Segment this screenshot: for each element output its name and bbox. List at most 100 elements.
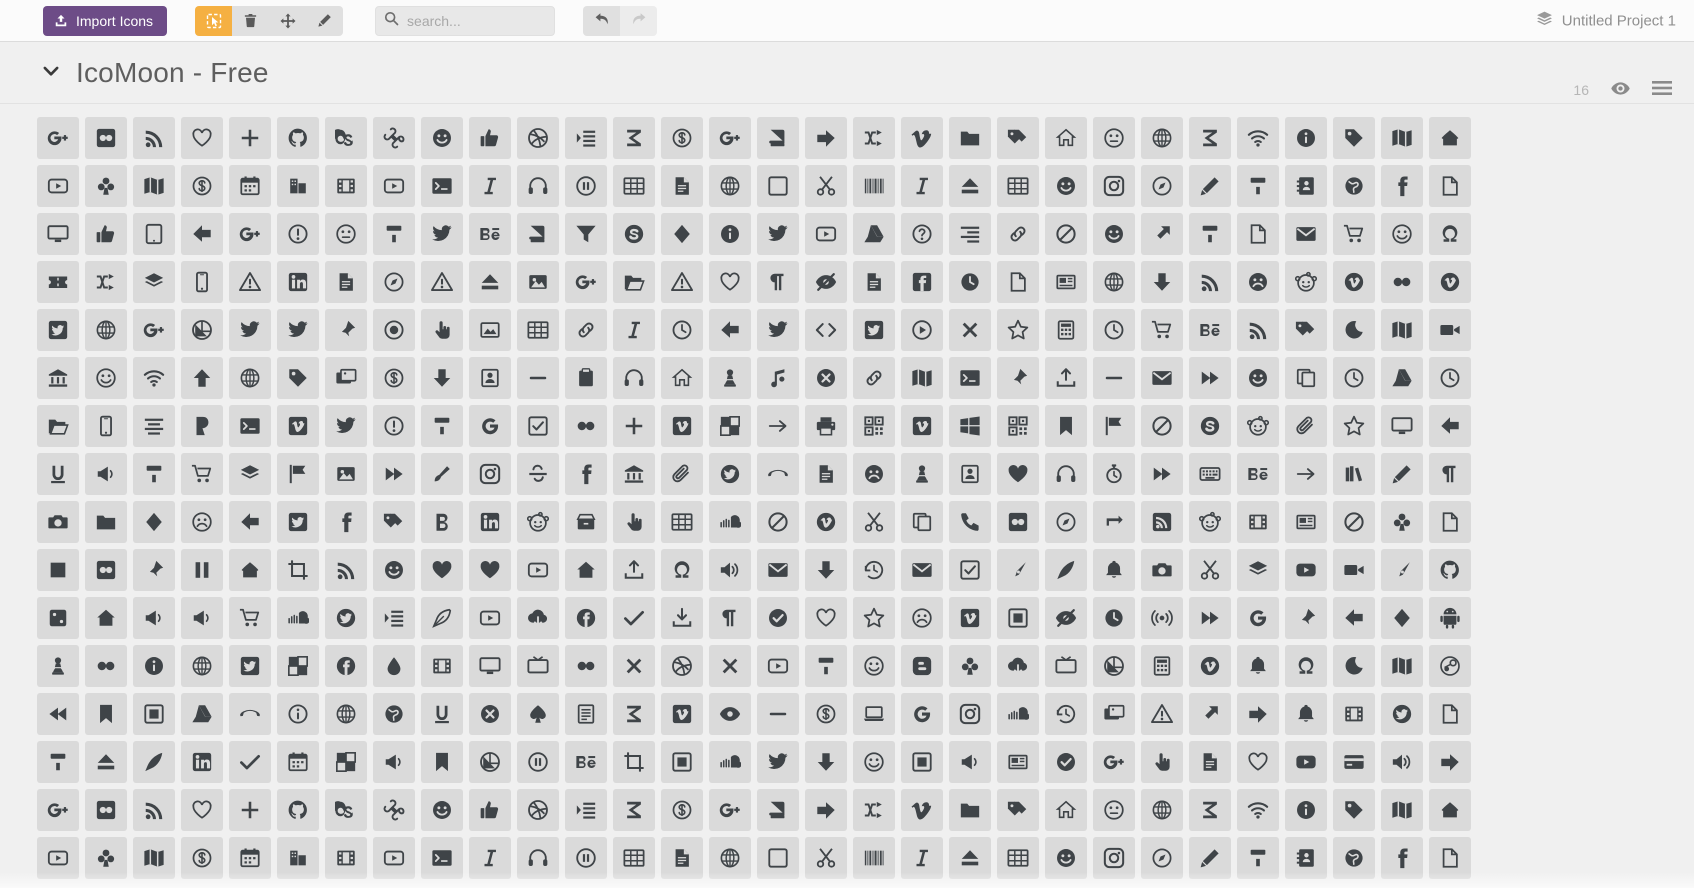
icon-cell[interactable]: [805, 357, 847, 399]
icon-cell[interactable]: [1189, 117, 1231, 159]
icon-cell[interactable]: [85, 357, 127, 399]
icon-cell[interactable]: [1381, 789, 1423, 831]
icon-cell[interactable]: [853, 117, 895, 159]
icon-cell[interactable]: [565, 405, 607, 447]
icon-cell[interactable]: [853, 309, 895, 351]
icon-cell[interactable]: [1045, 837, 1087, 879]
icon-cell[interactable]: [613, 741, 655, 783]
icon-cell[interactable]: [1141, 213, 1183, 255]
icon-cell[interactable]: [1429, 789, 1471, 831]
icon-cell[interactable]: [1045, 789, 1087, 831]
icon-cell[interactable]: [85, 549, 127, 591]
icon-cell[interactable]: [469, 405, 511, 447]
icon-cell[interactable]: [469, 645, 511, 687]
icon-cell[interactable]: [1429, 645, 1471, 687]
icon-cell[interactable]: [469, 693, 511, 735]
icon-cell[interactable]: [85, 741, 127, 783]
icon-cell[interactable]: [373, 645, 415, 687]
icon-cell[interactable]: [1189, 405, 1231, 447]
icon-cell[interactable]: [853, 549, 895, 591]
icon-cell[interactable]: [757, 165, 799, 207]
icon-cell[interactable]: [85, 453, 127, 495]
icon-cell[interactable]: [901, 405, 943, 447]
icon-cell[interactable]: [997, 645, 1039, 687]
icon-cell[interactable]: [661, 309, 703, 351]
icon-cell[interactable]: [1141, 837, 1183, 879]
icon-cell[interactable]: [709, 213, 751, 255]
icon-cell[interactable]: [325, 693, 367, 735]
icon-cell[interactable]: [181, 261, 223, 303]
icon-cell[interactable]: [901, 645, 943, 687]
icon-cell[interactable]: [421, 789, 463, 831]
icon-cell[interactable]: [1093, 261, 1135, 303]
icon-cell[interactable]: [613, 597, 655, 639]
icon-cell[interactable]: [325, 405, 367, 447]
icon-cell[interactable]: [661, 213, 703, 255]
icon-cell[interactable]: [997, 357, 1039, 399]
icon-cell[interactable]: [517, 453, 559, 495]
icon-cell[interactable]: [565, 645, 607, 687]
icon-cell[interactable]: [1045, 453, 1087, 495]
icon-cell[interactable]: [229, 261, 271, 303]
icon-cell[interactable]: [565, 741, 607, 783]
icon-cell[interactable]: [805, 549, 847, 591]
icon-cell[interactable]: [1381, 165, 1423, 207]
icon-cell[interactable]: [1141, 261, 1183, 303]
icon-cell[interactable]: [1189, 261, 1231, 303]
icon-cell[interactable]: [805, 405, 847, 447]
icon-cell[interactable]: [613, 117, 655, 159]
icon-cell[interactable]: [133, 357, 175, 399]
icon-cell[interactable]: [37, 741, 79, 783]
icon-cell[interactable]: [277, 117, 319, 159]
icon-cell[interactable]: [37, 501, 79, 543]
icon-cell[interactable]: [565, 597, 607, 639]
icon-cell[interactable]: [229, 597, 271, 639]
undo-button[interactable]: [583, 5, 621, 36]
icon-cell[interactable]: [229, 405, 271, 447]
icon-cell[interactable]: [1141, 645, 1183, 687]
icon-cell[interactable]: [757, 213, 799, 255]
icon-cell[interactable]: [1237, 165, 1279, 207]
icon-cell[interactable]: [1237, 837, 1279, 879]
icon-cell[interactable]: [997, 741, 1039, 783]
icon-cell[interactable]: [1381, 597, 1423, 639]
icon-cell[interactable]: [517, 597, 559, 639]
icon-cell[interactable]: [949, 501, 991, 543]
icon-cell[interactable]: [901, 741, 943, 783]
icon-cell[interactable]: [613, 645, 655, 687]
icon-cell[interactable]: [469, 453, 511, 495]
icon-cell[interactable]: [1189, 789, 1231, 831]
icon-cell[interactable]: [757, 837, 799, 879]
icon-cell[interactable]: [1381, 405, 1423, 447]
icon-cell[interactable]: [757, 741, 799, 783]
icon-cell[interactable]: [229, 789, 271, 831]
icon-cell[interactable]: [1381, 645, 1423, 687]
icon-cell[interactable]: [853, 405, 895, 447]
icon-cell[interactable]: [1429, 501, 1471, 543]
icon-cell[interactable]: [901, 837, 943, 879]
icon-cell[interactable]: [949, 741, 991, 783]
icon-cell[interactable]: [949, 789, 991, 831]
icon-cell[interactable]: [1381, 261, 1423, 303]
redo-button[interactable]: [620, 5, 658, 36]
icon-cell[interactable]: [1333, 117, 1375, 159]
icon-cell[interactable]: [949, 549, 991, 591]
icon-cell[interactable]: [1141, 549, 1183, 591]
icon-cell[interactable]: [757, 453, 799, 495]
icon-cell[interactable]: [517, 357, 559, 399]
icon-cell[interactable]: [85, 309, 127, 351]
icon-cell[interactable]: [229, 501, 271, 543]
icon-cell[interactable]: [661, 261, 703, 303]
icon-cell[interactable]: [181, 453, 223, 495]
icon-cell[interactable]: [901, 549, 943, 591]
icon-cell[interactable]: [517, 117, 559, 159]
icon-cell[interactable]: [805, 597, 847, 639]
icon-cell[interactable]: [229, 693, 271, 735]
icon-cell[interactable]: [1333, 693, 1375, 735]
icon-cell[interactable]: [325, 117, 367, 159]
icon-cell[interactable]: [709, 357, 751, 399]
icon-cell[interactable]: [1045, 117, 1087, 159]
icon-cell[interactable]: [325, 309, 367, 351]
icon-cell[interactable]: [133, 549, 175, 591]
icon-cell[interactable]: [325, 501, 367, 543]
